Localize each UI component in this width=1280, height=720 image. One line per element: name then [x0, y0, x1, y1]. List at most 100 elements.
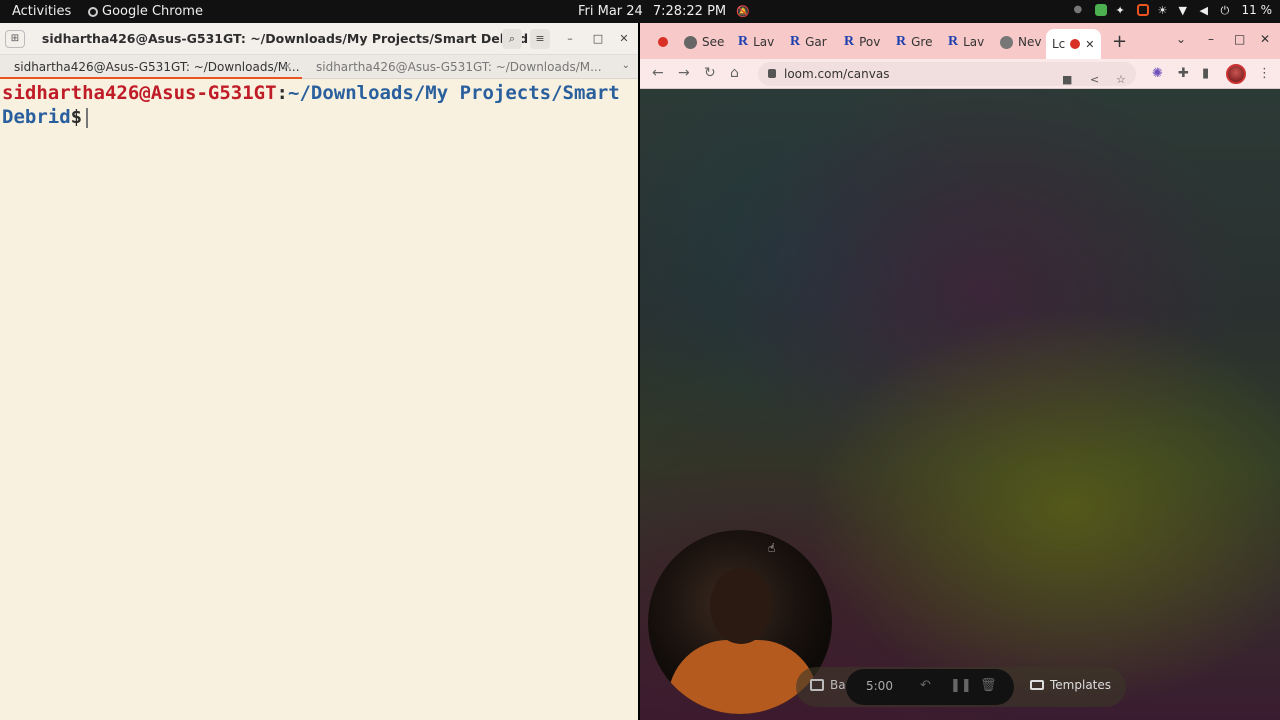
r-logo-icon: R	[896, 34, 907, 49]
wifi-icon: ▼	[1178, 4, 1187, 17]
terminal-tab-2[interactable]: sidhartha426@Asus-G531GT: ~/Downloads/M.…	[302, 55, 624, 79]
terminal-window: ⊞ sidhartha426@Asus-G531GT: ~/Downloads/…	[0, 23, 638, 720]
chrome-tab[interactable]: R Lav	[948, 31, 984, 53]
r-logo-icon: R	[948, 34, 959, 49]
chrome-tab-label: Gre	[911, 35, 933, 49]
hand-cursor-icon: ☝	[768, 541, 776, 555]
extension-loom-icon[interactable]: ✺	[1152, 66, 1163, 81]
maximize-button[interactable]: □	[1234, 32, 1245, 46]
chrome-tab[interactable]: R Gre	[896, 31, 932, 53]
screen-record-icon	[1136, 4, 1149, 16]
recording-indicator	[658, 31, 668, 53]
terminal-header-bar: ⊞ sidhartha426@Asus-G531GT: ~/Downloads/…	[0, 23, 638, 55]
chrome-tab[interactable]: R Lav	[738, 31, 774, 53]
r-logo-icon: R	[844, 34, 855, 49]
chrome-toolbar: ← → ↻ ⌂ loom.com/canvas ■ < ☆ ✺ ✚ ▮ ⋮	[640, 59, 1280, 89]
close-tab-icon[interactable]: ✕	[283, 55, 292, 79]
webcam-person-shirt	[668, 640, 818, 714]
maximize-button[interactable]: □	[588, 29, 608, 49]
chrome-tab-active[interactable]: Lc ✕	[1046, 29, 1101, 59]
loom-recording-toolbar: Ba 5:00 ↶ ❚❚ 🗑 Templates	[796, 667, 1126, 707]
profile-avatar[interactable]	[1226, 64, 1246, 84]
chevron-down-icon[interactable]: ⌄	[622, 60, 630, 71]
forward-arrow-icon[interactable]: →	[678, 65, 690, 81]
chrome-tab-label: Lav	[753, 35, 775, 49]
trash-icon[interactable]: 🗑	[980, 678, 997, 693]
terminal-title: sidhartha426@Asus-G531GT: ~/Downloads/My…	[41, 31, 529, 46]
text-cursor	[86, 107, 89, 128]
restart-icon[interactable]: ↶	[920, 678, 931, 693]
terminal-tab-bar: sidhartha426@Asus-G531GT: ~/Downloads/M.…	[0, 55, 638, 79]
brightness-icon: ☀	[1157, 4, 1168, 17]
notifications-muted-icon: 🔕	[736, 5, 750, 18]
app-name: Google Chrome	[102, 4, 203, 19]
chrome-tab-label: Lav	[963, 35, 985, 49]
tab-search-chevron-icon[interactable]: ⌄	[1176, 32, 1186, 46]
close-button[interactable]: ✕	[1260, 32, 1270, 46]
close-tab-icon[interactable]: ✕	[1085, 38, 1094, 51]
prompt-separator: :	[276, 82, 288, 104]
chrome-icon	[88, 6, 98, 17]
extensions-puzzle-icon[interactable]: ✚	[1178, 66, 1189, 81]
pause-icon[interactable]: ❚❚	[950, 678, 972, 693]
image-icon	[810, 679, 824, 691]
chrome-logo-icon	[1000, 35, 1013, 49]
microphone-icon: ●	[1073, 4, 1083, 15]
back-arrow-icon[interactable]: ←	[652, 65, 664, 81]
reload-icon[interactable]: ↻	[704, 65, 716, 81]
recording-dot-icon	[1070, 39, 1081, 49]
templates-label: Templates	[1050, 678, 1112, 692]
volume-icon: ◀	[1199, 4, 1208, 17]
close-button[interactable]: ✕	[614, 29, 634, 49]
address-bar[interactable]: loom.com/canvas ■ < ☆	[758, 62, 1136, 86]
chrome-tab-strip: See R Lav R Gar R Pov R Gre R Lav Nev Lc	[640, 23, 1280, 59]
system-top-bar: Activities Google Chrome Fri Mar 24 7:28…	[0, 0, 1280, 23]
clock-time: 7:28:22 PM	[652, 4, 727, 19]
recording-timer: 5:00	[866, 679, 893, 693]
chrome-tab[interactable]: R Gar	[790, 31, 827, 53]
minimize-button[interactable]: –	[560, 29, 580, 49]
chrome-tab[interactable]: Nev	[1000, 31, 1041, 53]
chrome-tab[interactable]: See	[684, 31, 724, 53]
background-label: Ba	[830, 678, 846, 692]
terminal-output[interactable]: sidhartha426@Asus-G531GT:~/Downloads/My …	[0, 81, 638, 129]
terminal-tab-label: sidhartha426@Asus-G531GT: ~/Downloads/M.…	[316, 60, 602, 74]
system-tray[interactable]: ● ✦ ☀ ▼ ◀ ⏻ 11 %	[1074, 3, 1273, 17]
chrome-tab[interactable]: R Pov	[844, 31, 880, 53]
kebab-menu-icon[interactable]: ⋮	[1258, 66, 1271, 81]
terminal-tab-1[interactable]: sidhartha426@Asus-G531GT: ~/Downloads/M.…	[0, 55, 302, 79]
r-logo-icon: R	[738, 34, 749, 49]
templates-button[interactable]: Templates	[1030, 678, 1111, 692]
globe-icon	[684, 35, 697, 49]
battery-level: 11 %	[1241, 3, 1273, 17]
recording-controls: 5:00 ↶ ❚❚ 🗑	[846, 669, 1014, 705]
power-icon: ⏻	[1220, 4, 1230, 17]
clock[interactable]: Fri Mar 24 7:28:22 PM 🔕	[578, 4, 750, 19]
activities-button[interactable]: Activities	[12, 4, 71, 19]
shield-icon	[1094, 4, 1107, 16]
url-text: loom.com/canvas	[784, 67, 890, 81]
chrome-tab-label: Gar	[805, 35, 827, 49]
side-panel-icon[interactable]: ▮	[1202, 66, 1209, 81]
chrome-tab-label: Pov	[859, 35, 881, 49]
app-menu[interactable]: Google Chrome	[88, 4, 203, 19]
chrome-window: See R Lav R Gar R Pov R Gre R Lav Nev Lc	[640, 23, 1280, 720]
new-tab-plus-icon[interactable]: +	[1112, 31, 1127, 52]
home-icon[interactable]: ⌂	[730, 65, 739, 81]
hamburger-menu-icon[interactable]: ≡	[530, 29, 550, 49]
lock-icon	[768, 69, 776, 78]
monitor-icon	[1030, 680, 1044, 690]
r-logo-icon: R	[790, 34, 801, 49]
webcam-person-head	[710, 568, 772, 644]
accessibility-icon: ✦	[1115, 4, 1125, 17]
chrome-tab-label: See	[702, 35, 725, 49]
clock-date: Fri Mar 24	[578, 4, 643, 19]
minimize-button[interactable]: –	[1208, 32, 1214, 46]
background-button[interactable]: Ba	[810, 678, 846, 692]
loom-canvas[interactable]: ☝ Ba 5:00 ↶ ❚❚ 🗑 Templates	[640, 89, 1280, 720]
chrome-tab-label: Lc	[1052, 37, 1066, 51]
prompt-user: sidhartha426@Asus-G531GT	[2, 82, 277, 104]
terminal-tab-label: sidhartha426@Asus-G531GT: ~/Downloads/M.…	[14, 60, 300, 74]
search-icon[interactable]: ⌕	[502, 29, 522, 49]
prompt-symbol: $	[70, 106, 83, 128]
